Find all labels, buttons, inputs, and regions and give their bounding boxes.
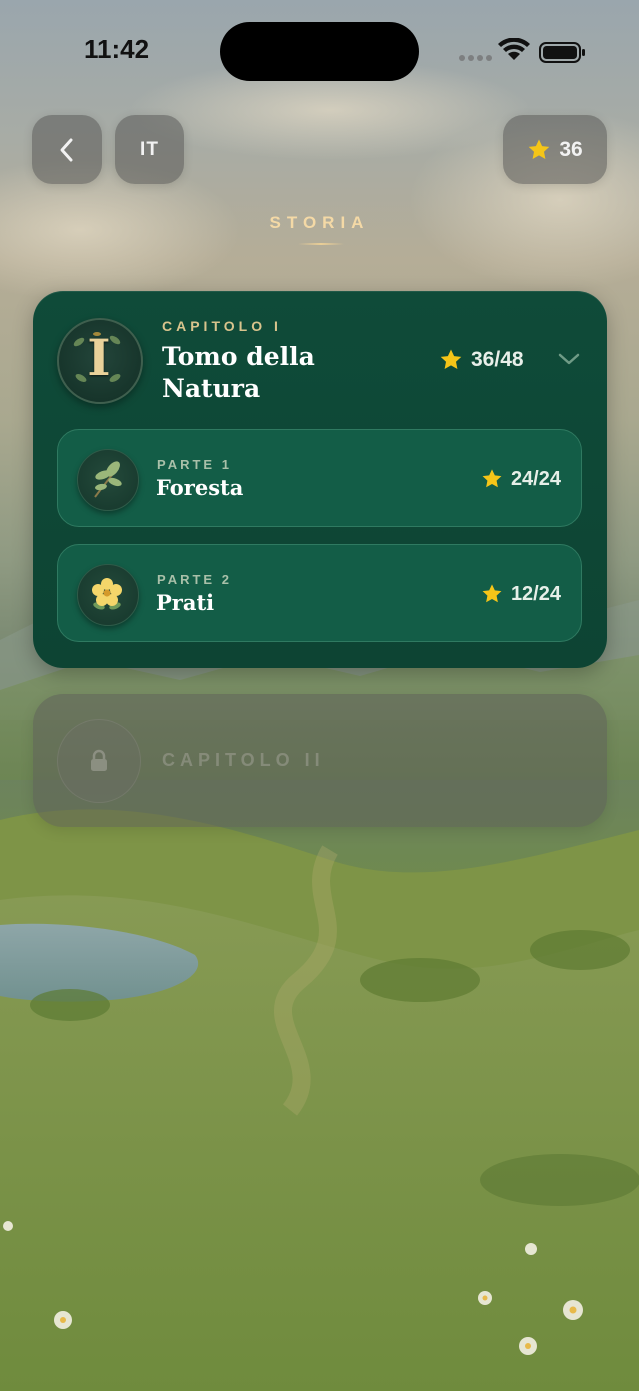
cellular-signal-icon	[459, 55, 492, 61]
chapter-stars: 36/48	[439, 346, 524, 374]
chapter-card-2-locked[interactable]: CAPITOLO II	[33, 694, 607, 827]
chapter-emblem: I	[57, 318, 143, 404]
total-stars-badge[interactable]: 36	[503, 115, 607, 184]
star-icon	[482, 469, 502, 488]
language-button[interactable]: IT	[115, 115, 184, 184]
locked-chapter-label: CAPITOLO II	[162, 750, 325, 770]
status-icons	[459, 38, 585, 63]
chapter-kicker: CAPITOLO I	[162, 318, 282, 334]
chapter-card-1[interactable]: I CAPITOLO I Tomo della Natura 36/48 PAR…	[33, 291, 607, 668]
status-time: 11:42	[84, 34, 150, 64]
part-title: Foresta	[156, 475, 244, 500]
battery-icon	[539, 42, 585, 63]
chevron-down-icon[interactable]	[557, 349, 581, 369]
part-emblem	[77, 564, 139, 626]
part-title: Prati	[156, 590, 215, 615]
buttercup-flower-icon	[92, 578, 122, 610]
section-title: STORIA	[269, 213, 370, 232]
part-emblem	[77, 449, 139, 511]
part-stars: 12/24	[481, 581, 561, 607]
star-icon	[482, 584, 502, 603]
star-icon	[529, 139, 550, 159]
section-title-underline	[298, 243, 344, 245]
dynamic-island	[220, 22, 419, 81]
wifi-icon	[498, 38, 530, 60]
status-bar: 11:42	[0, 0, 639, 100]
chapter-emblem-letter: I	[87, 328, 111, 387]
lock-emblem	[57, 719, 141, 803]
back-button[interactable]	[32, 115, 102, 184]
part-card-foresta[interactable]: PARTE 1 Foresta 24/24	[57, 429, 582, 527]
part-stars-count: 24/24	[510, 467, 561, 490]
total-stars-count: 36	[559, 137, 583, 161]
lock-icon	[91, 749, 107, 771]
chevron-left-icon	[60, 138, 73, 161]
oak-leaf-icon	[94, 461, 122, 498]
part-card-prati[interactable]: PARTE 2 Prati 12/24	[57, 544, 582, 642]
part-stars-count: 12/24	[510, 582, 561, 605]
chapter-stars-count: 36/48	[471, 348, 524, 371]
chapter-title: Tomo della Natura	[162, 342, 315, 403]
part-stars: 24/24	[481, 466, 561, 492]
part-kicker: PARTE 1	[157, 457, 232, 472]
part-kicker: PARTE 2	[157, 572, 232, 587]
star-icon	[440, 349, 462, 369]
